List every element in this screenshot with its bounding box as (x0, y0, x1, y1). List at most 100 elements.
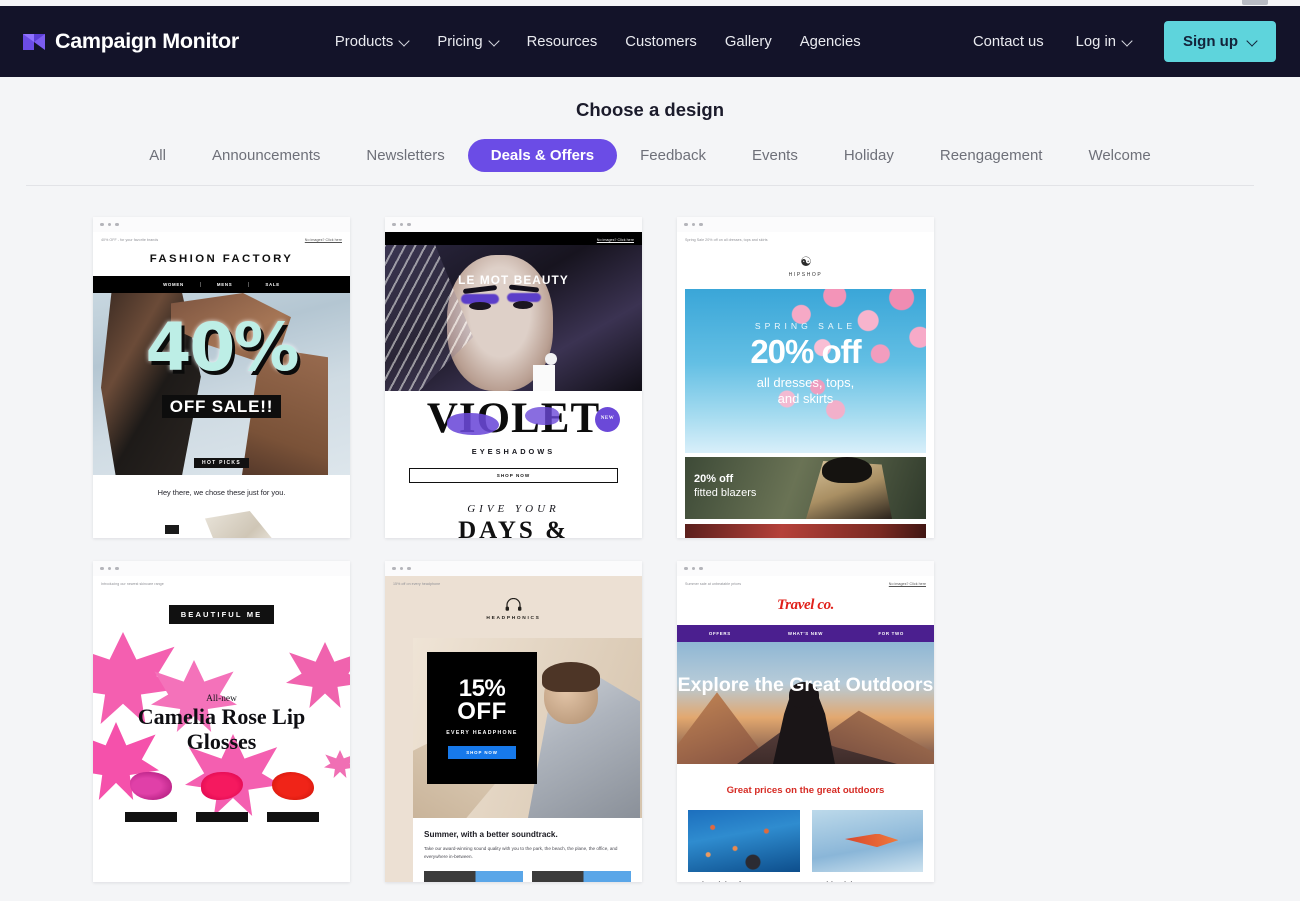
tab-newsletters[interactable]: Newsletters (343, 139, 467, 172)
offer-tile-caption: Scuba Diving for Two (688, 880, 800, 882)
template-card-beautiful-me[interactable]: Introducing our newest skincare range BE… (93, 561, 350, 882)
chrome-dot (100, 223, 104, 227)
nav-item-pricing[interactable]: Pricing (423, 28, 512, 56)
chrome-dot (392, 567, 396, 571)
chrome-dot (684, 567, 688, 571)
hero-title: Explore the Great Outdoors (677, 674, 934, 697)
nav-label: Log in (1076, 34, 1116, 50)
brand-badge-text: BEAUTIFUL ME (169, 605, 275, 624)
hero-percent: 20% off (685, 333, 926, 371)
no-images-link[interactable]: No images? Click here (597, 238, 634, 242)
hero-detail (469, 302, 491, 310)
email-nav-item[interactable]: MENS (201, 282, 250, 287)
email-logo: LE MOT BEAUTY (385, 273, 642, 287)
hero-subline-text: OFF SALE!! (162, 395, 281, 418)
no-images-link[interactable]: No images? Click here (305, 238, 342, 242)
chrome-dot (699, 567, 703, 571)
hero-kicker: All-new (93, 694, 350, 704)
offer-tile[interactable]: Scuba Diving for Two (688, 810, 800, 882)
email-logo: Travel co. (677, 597, 934, 614)
hipshop-mark-icon: ☯ (677, 254, 934, 270)
nav-label: Gallery (725, 34, 772, 50)
email-nav-item[interactable]: SALE (249, 282, 296, 287)
headline-wrap: VIOLET NEW (385, 399, 642, 440)
chevron-down-icon (490, 37, 499, 46)
tab-reengagement[interactable]: Reengagement (917, 139, 1066, 172)
hero-image: LE MOT BEAUTY (385, 245, 642, 391)
template-card-headphonics[interactable]: 15% off on every headphone HEADPHONICS (385, 561, 642, 882)
template-card-le-mot-beauty[interactable]: No images? Click here LE MOT BEAUTY (385, 217, 642, 538)
email-preview: Spring Sale 20% off on all dresses, tops… (677, 232, 934, 538)
email-footer-line: Hey there, we chose these just for you. (93, 475, 350, 497)
product-strip (93, 515, 350, 538)
offer-band-secondary[interactable] (685, 524, 926, 538)
chrome-dot (115, 567, 119, 571)
tab-holiday[interactable]: Holiday (821, 139, 917, 172)
offer-percent: 15% (459, 677, 506, 700)
email-preview: 40% OFF - for your favorite brands No im… (93, 232, 350, 538)
no-images-link[interactable]: No images? Click here (889, 582, 926, 586)
shop-now-button[interactable]: SHOP NOW (448, 746, 516, 759)
nav-label: Contact us (973, 34, 1044, 50)
preheader-row: Introducing our newest skincare range (93, 576, 350, 586)
card-chrome (385, 217, 642, 232)
sign-up-label: Sign up (1183, 33, 1238, 50)
card-chrome (93, 217, 350, 232)
offer-band[interactable]: 20% off fitted blazers (685, 457, 926, 519)
tab-events[interactable]: Events (729, 139, 821, 172)
hero-image: 40% OFF SALE!! HOT PICKS (93, 293, 350, 475)
template-card-travel-co[interactable]: Summer sale at unbeatable prices No imag… (677, 561, 934, 882)
ink-splash (525, 407, 559, 425)
template-card-fashion-factory[interactable]: 40% OFF - for your favorite brands No im… (93, 217, 350, 538)
email-nav: OFFERS WHAT'S NEW FOR TWO (677, 625, 934, 642)
hero-image: SPRING SALE 20% off all dresses, tops, a… (685, 289, 926, 453)
tab-deals-and-offers[interactable]: Deals & Offers (468, 139, 617, 172)
new-badge: NEW (595, 407, 620, 432)
email-nav-item[interactable]: WOMEN (147, 282, 201, 287)
preheader-row: Summer sale at unbeatable prices No imag… (677, 576, 934, 586)
nav-item-gallery[interactable]: Gallery (711, 28, 786, 56)
chrome-dot (684, 223, 688, 227)
email-nav-item[interactable]: FOR TWO (848, 631, 934, 636)
headline-sub: EYESHADOWS (385, 447, 642, 456)
nav-item-resources[interactable]: Resources (513, 28, 612, 56)
chrome-dot (400, 223, 404, 227)
offer-scope: EVERY HEADPHONE (446, 730, 517, 736)
hero-earring (545, 353, 557, 365)
email-preview: 15% off on every headphone HEADPHONICS (385, 576, 642, 882)
email-footer: Summer, with a better soundtrack. Take o… (413, 818, 642, 882)
template-card-hipshop[interactable]: Spring Sale 20% off on all dresses, tops… (677, 217, 934, 538)
shop-now-button[interactable]: SHOP NOW (409, 468, 618, 483)
email-preview: Introducing our newest skincare range BE… (93, 576, 350, 882)
tab-feedback[interactable]: Feedback (617, 139, 729, 172)
sign-up-button[interactable]: Sign up (1164, 21, 1276, 62)
page-title: Choose a design (0, 99, 1300, 121)
footer-headline: Summer, with a better soundtrack. (424, 830, 631, 839)
card-chrome (93, 561, 350, 576)
footer-tile (424, 871, 523, 882)
chrome-dot (108, 223, 112, 227)
tab-welcome[interactable]: Welcome (1065, 139, 1173, 172)
email-logo-name: HEADPHONICS (385, 616, 642, 621)
page-root: Campaign Monitor Products Pricing Resour… (0, 0, 1300, 901)
browser-tab-stub[interactable] (1242, 0, 1268, 5)
offer-tile[interactable]: Double Flying Lesson (812, 810, 924, 882)
brand-logo[interactable]: Campaign Monitor (22, 29, 239, 54)
nav-item-log-in[interactable]: Log in (1062, 28, 1146, 56)
nav-item-customers[interactable]: Customers (611, 28, 711, 56)
chrome-dot (699, 223, 703, 227)
email-nav-item[interactable]: OFFERS (677, 631, 763, 636)
email-nav-item[interactable]: WHAT'S NEW (763, 631, 849, 636)
category-tabs: All Announcements Newsletters Deals & Of… (0, 139, 1300, 172)
tab-announcements[interactable]: Announcements (189, 139, 343, 172)
nav-item-agencies[interactable]: Agencies (786, 28, 875, 56)
secondary-nav: Contact us Log in Sign up (959, 21, 1276, 62)
tab-all[interactable]: All (126, 139, 189, 172)
nav-item-products[interactable]: Products (321, 28, 423, 56)
offer-photo-detail (822, 457, 872, 483)
nav-item-contact-us[interactable]: Contact us (959, 28, 1058, 56)
chrome-dot (692, 567, 696, 571)
mail-logo-icon (22, 33, 46, 51)
preheader-row: Spring Sale 20% off on all dresses, tops… (677, 232, 934, 242)
offer-tile-caption: Double Flying Lesson (812, 880, 924, 882)
